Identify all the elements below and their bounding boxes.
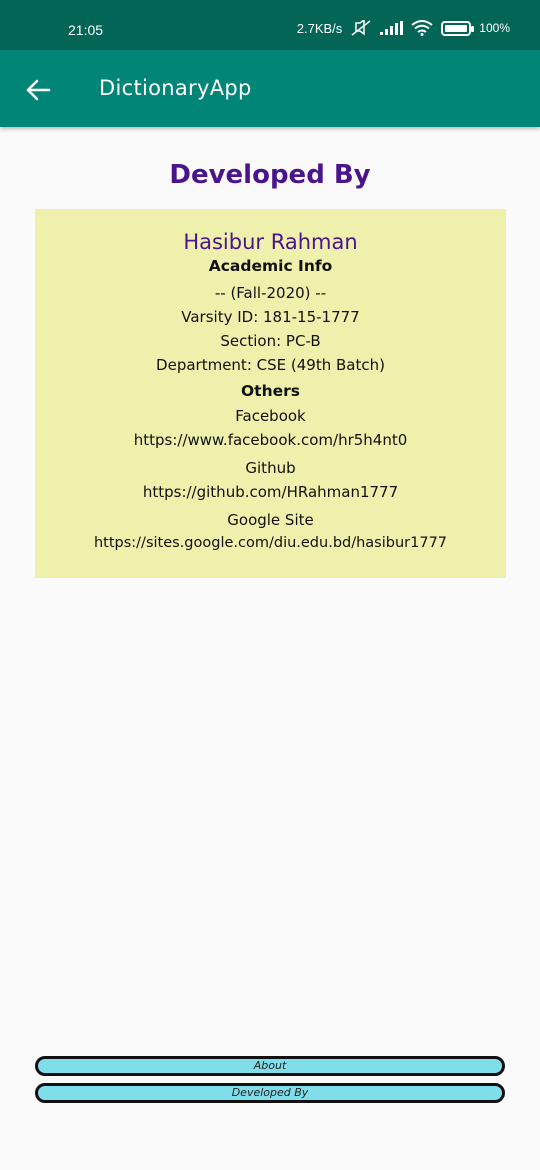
github-link[interactable]: https://github.com/HRahman1777	[35, 483, 506, 501]
mute-icon	[351, 20, 371, 36]
app-title: DictionaryApp	[99, 76, 252, 100]
battery-icon	[441, 20, 475, 36]
department-text: Department: CSE (49th Batch)	[156, 356, 385, 374]
facebook-link[interactable]: https://www.facebook.com/hr5h4nt0	[35, 431, 506, 449]
app-bar: DictionaryApp	[0, 50, 540, 127]
status-time: 21:05	[68, 22, 104, 38]
developed-by-button[interactable]: Developed By	[35, 1083, 505, 1103]
status-icons: 2.7KB/s 100%	[297, 20, 510, 36]
developer-info-card: Hasibur Rahman Academic Info -- (Fall-20…	[35, 209, 506, 578]
academic-info-heading: Academic Info	[208, 257, 333, 275]
github-label: Github	[245, 459, 296, 477]
facebook-label: Facebook	[235, 407, 306, 425]
others-heading: Others	[240, 382, 300, 400]
status-bar: 21:05 2.7KB/s 100%	[0, 0, 540, 50]
google-site-link[interactable]: https://sites.google.com/diu.edu.bd/hasi…	[35, 535, 506, 551]
signal-icon	[380, 21, 404, 35]
network-speed: 2.7KB/s	[296, 20, 343, 36]
developer-name: Hasibur Rahman	[183, 230, 358, 254]
arrow-left-icon[interactable]	[22, 74, 54, 106]
varsity-id-text: Varsity ID: 181-15-1777	[181, 308, 360, 326]
section-text: Section: PC-B	[220, 332, 321, 350]
wifi-icon	[411, 20, 433, 36]
google-site-label: Google Site	[227, 511, 314, 529]
page-heading: Developed By	[169, 160, 371, 190]
semester-text: -- (Fall-2020) --	[214, 284, 327, 302]
about-button[interactable]: About	[35, 1056, 505, 1076]
battery-level: 100%	[479, 21, 510, 35]
